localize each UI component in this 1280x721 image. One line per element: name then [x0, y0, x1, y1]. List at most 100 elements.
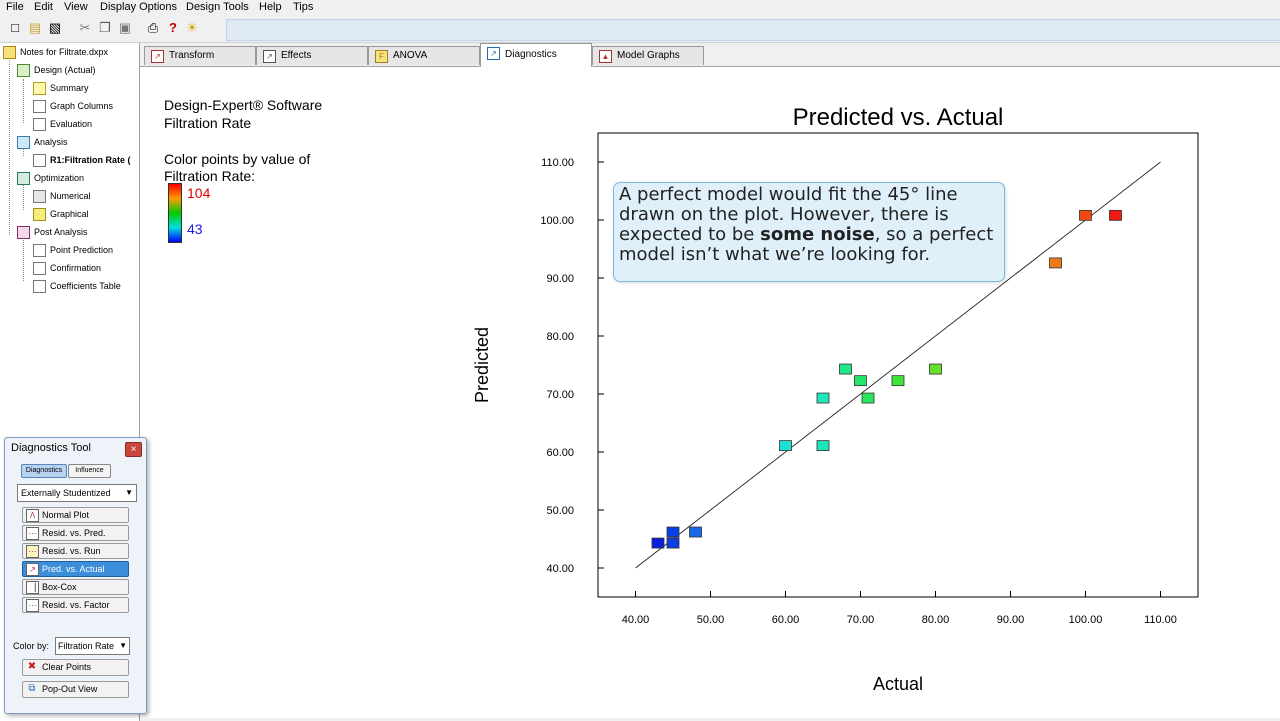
summary-icon: [33, 82, 46, 95]
diagnostics-icon: ↗: [487, 47, 500, 60]
y-tick-label: 60.00: [546, 447, 574, 459]
resid-vs-run-icon: ⋯: [26, 545, 39, 558]
pred-vs-actual-button[interactable]: ↗ Pred. vs. Actual: [22, 561, 129, 577]
resid-vs-pred-icon: ⋯: [26, 527, 39, 540]
color-by-select[interactable]: Filtration Rate ▼: [55, 637, 130, 655]
model-graphs-icon: ▲: [599, 50, 612, 63]
data-point: [816, 392, 830, 404]
tab-model-graphs[interactable]: ▲ Model Graphs: [592, 46, 704, 65]
y-tick-label: 110.00: [541, 157, 574, 169]
confirmation-icon: [33, 262, 46, 275]
x-tick-label: 100.00: [1069, 614, 1103, 626]
x-tick-label: 40.00: [622, 614, 650, 626]
data-point: [779, 440, 792, 452]
magnifier-icon: [33, 118, 46, 131]
callout-text: A perfect model would fit the 45° line d…: [619, 184, 994, 265]
y-tick-label: 90.00: [546, 273, 574, 285]
software-name: Design-Expert® Software: [164, 97, 323, 113]
folder-icon: [3, 46, 16, 59]
normal-plot-button[interactable]: Λ Normal Plot: [22, 507, 129, 523]
effects-icon: ↗: [263, 50, 276, 63]
y-tick-label: 40.00: [546, 563, 574, 575]
data-point: [854, 375, 867, 387]
response-name: Filtration Rate: [164, 115, 252, 131]
paste-icon[interactable]: ▣: [118, 21, 132, 35]
color-by-caption: Color points by value of: [164, 151, 311, 167]
influence-mode-button[interactable]: Influence: [68, 464, 111, 478]
resid-vs-pred-button[interactable]: ⋯ Resid. vs. Pred.: [22, 525, 129, 541]
data-point: [891, 375, 905, 387]
color-scale-bar: [168, 183, 182, 243]
toolbar-strip: [226, 19, 1280, 41]
response-chart-icon: [33, 154, 46, 167]
data-point: [816, 440, 830, 452]
normal-plot-icon: Λ: [26, 509, 39, 522]
transform-icon: ↗: [151, 50, 164, 63]
anova-icon: F: [375, 50, 388, 63]
tip-icon[interactable]: ☀: [185, 21, 199, 35]
color-by-label: Color by:: [13, 641, 50, 651]
data-point: [689, 526, 702, 538]
copy-icon[interactable]: ❐: [98, 21, 112, 35]
menu-file[interactable]: File: [6, 0, 24, 14]
close-button[interactable]: ×: [125, 442, 142, 457]
menu-tips[interactable]: Tips: [293, 0, 313, 14]
pop-out-icon: ⧉: [28, 683, 36, 694]
color-scale-max: 104: [187, 185, 211, 201]
x-tick-label: 70.00: [847, 614, 875, 626]
tab-effects[interactable]: ↗ Effects: [256, 46, 368, 65]
print-icon[interactable]: ⎙: [146, 21, 160, 35]
menu-design-tools[interactable]: Design Tools: [186, 0, 249, 14]
box-cox-icon: ▕: [26, 581, 39, 594]
data-point: [1079, 209, 1092, 221]
menu-view[interactable]: View: [64, 0, 88, 14]
tab-anova[interactable]: F ANOVA: [368, 46, 480, 65]
residual-type-select[interactable]: Externally Studentized ▼: [17, 484, 137, 502]
x-tick-label: 90.00: [997, 614, 1025, 626]
y-axis-label: Predicted: [472, 327, 492, 403]
cut-icon[interactable]: ✂: [78, 21, 92, 35]
data-point: [666, 526, 680, 538]
box-cox-button[interactable]: ▕ Box-Cox: [22, 579, 129, 595]
new-icon[interactable]: □: [8, 21, 22, 35]
coefficients-table-icon: [33, 280, 46, 293]
diagnostics-mode-button[interactable]: Diagnostics: [21, 464, 67, 478]
y-tick-label: 100.00: [540, 215, 574, 227]
menu-help[interactable]: Help: [259, 0, 282, 14]
tab-diagnostics[interactable]: ↗ Diagnostics: [480, 43, 592, 67]
open-icon[interactable]: ▤: [28, 21, 42, 35]
grid-icon: [17, 64, 30, 77]
tab-bar: ↗ Transform ↗ Effects F ANOVA ↗ Diagnost…: [140, 43, 1280, 67]
data-point: [839, 363, 852, 375]
pop-out-view-button[interactable]: ⧉ Pop-Out View: [22, 681, 129, 698]
resid-vs-factor-button[interactable]: ⋯ Resid. vs. Factor: [22, 597, 129, 613]
y-tick-label: 70.00: [546, 389, 574, 401]
data-point: [929, 363, 942, 375]
clear-points-button[interactable]: ✖ Clear Points: [22, 659, 129, 676]
point-prediction-icon: [33, 244, 46, 257]
tab-transform[interactable]: ↗ Transform: [144, 46, 256, 65]
resid-vs-run-button[interactable]: ⋯ Resid. vs. Run: [22, 543, 129, 559]
save-icon[interactable]: ▧: [48, 21, 62, 35]
diagnostics-tool-title: Diagnostics Tool: [11, 442, 91, 454]
graphical-icon: [33, 208, 46, 221]
diagnostics-tool-panel[interactable]: Diagnostics Tool × Diagnostics Influence…: [4, 437, 147, 714]
annotation-callout: A perfect model would fit the 45° line d…: [613, 182, 1005, 282]
color-scale-min: 43: [187, 221, 203, 237]
data-point: [861, 392, 875, 404]
menu-display-options[interactable]: Display Options: [100, 0, 177, 14]
x-tick-label: 50.00: [697, 614, 725, 626]
y-tick-label: 50.00: [546, 505, 574, 517]
chevron-down-icon: ▼: [125, 488, 133, 497]
data-point: [651, 537, 665, 549]
analysis-icon: [17, 136, 30, 149]
data-point: [1049, 257, 1062, 269]
help-icon[interactable]: ?: [166, 21, 180, 35]
optimization-icon: [17, 172, 30, 185]
graph-columns-icon: [33, 100, 46, 113]
data-point: [1109, 209, 1122, 221]
x-tick-label: 60.00: [772, 614, 800, 626]
numerical-icon: [33, 190, 46, 203]
chart-title: Predicted vs. Actual: [793, 104, 1004, 131]
menu-edit[interactable]: Edit: [34, 0, 53, 14]
